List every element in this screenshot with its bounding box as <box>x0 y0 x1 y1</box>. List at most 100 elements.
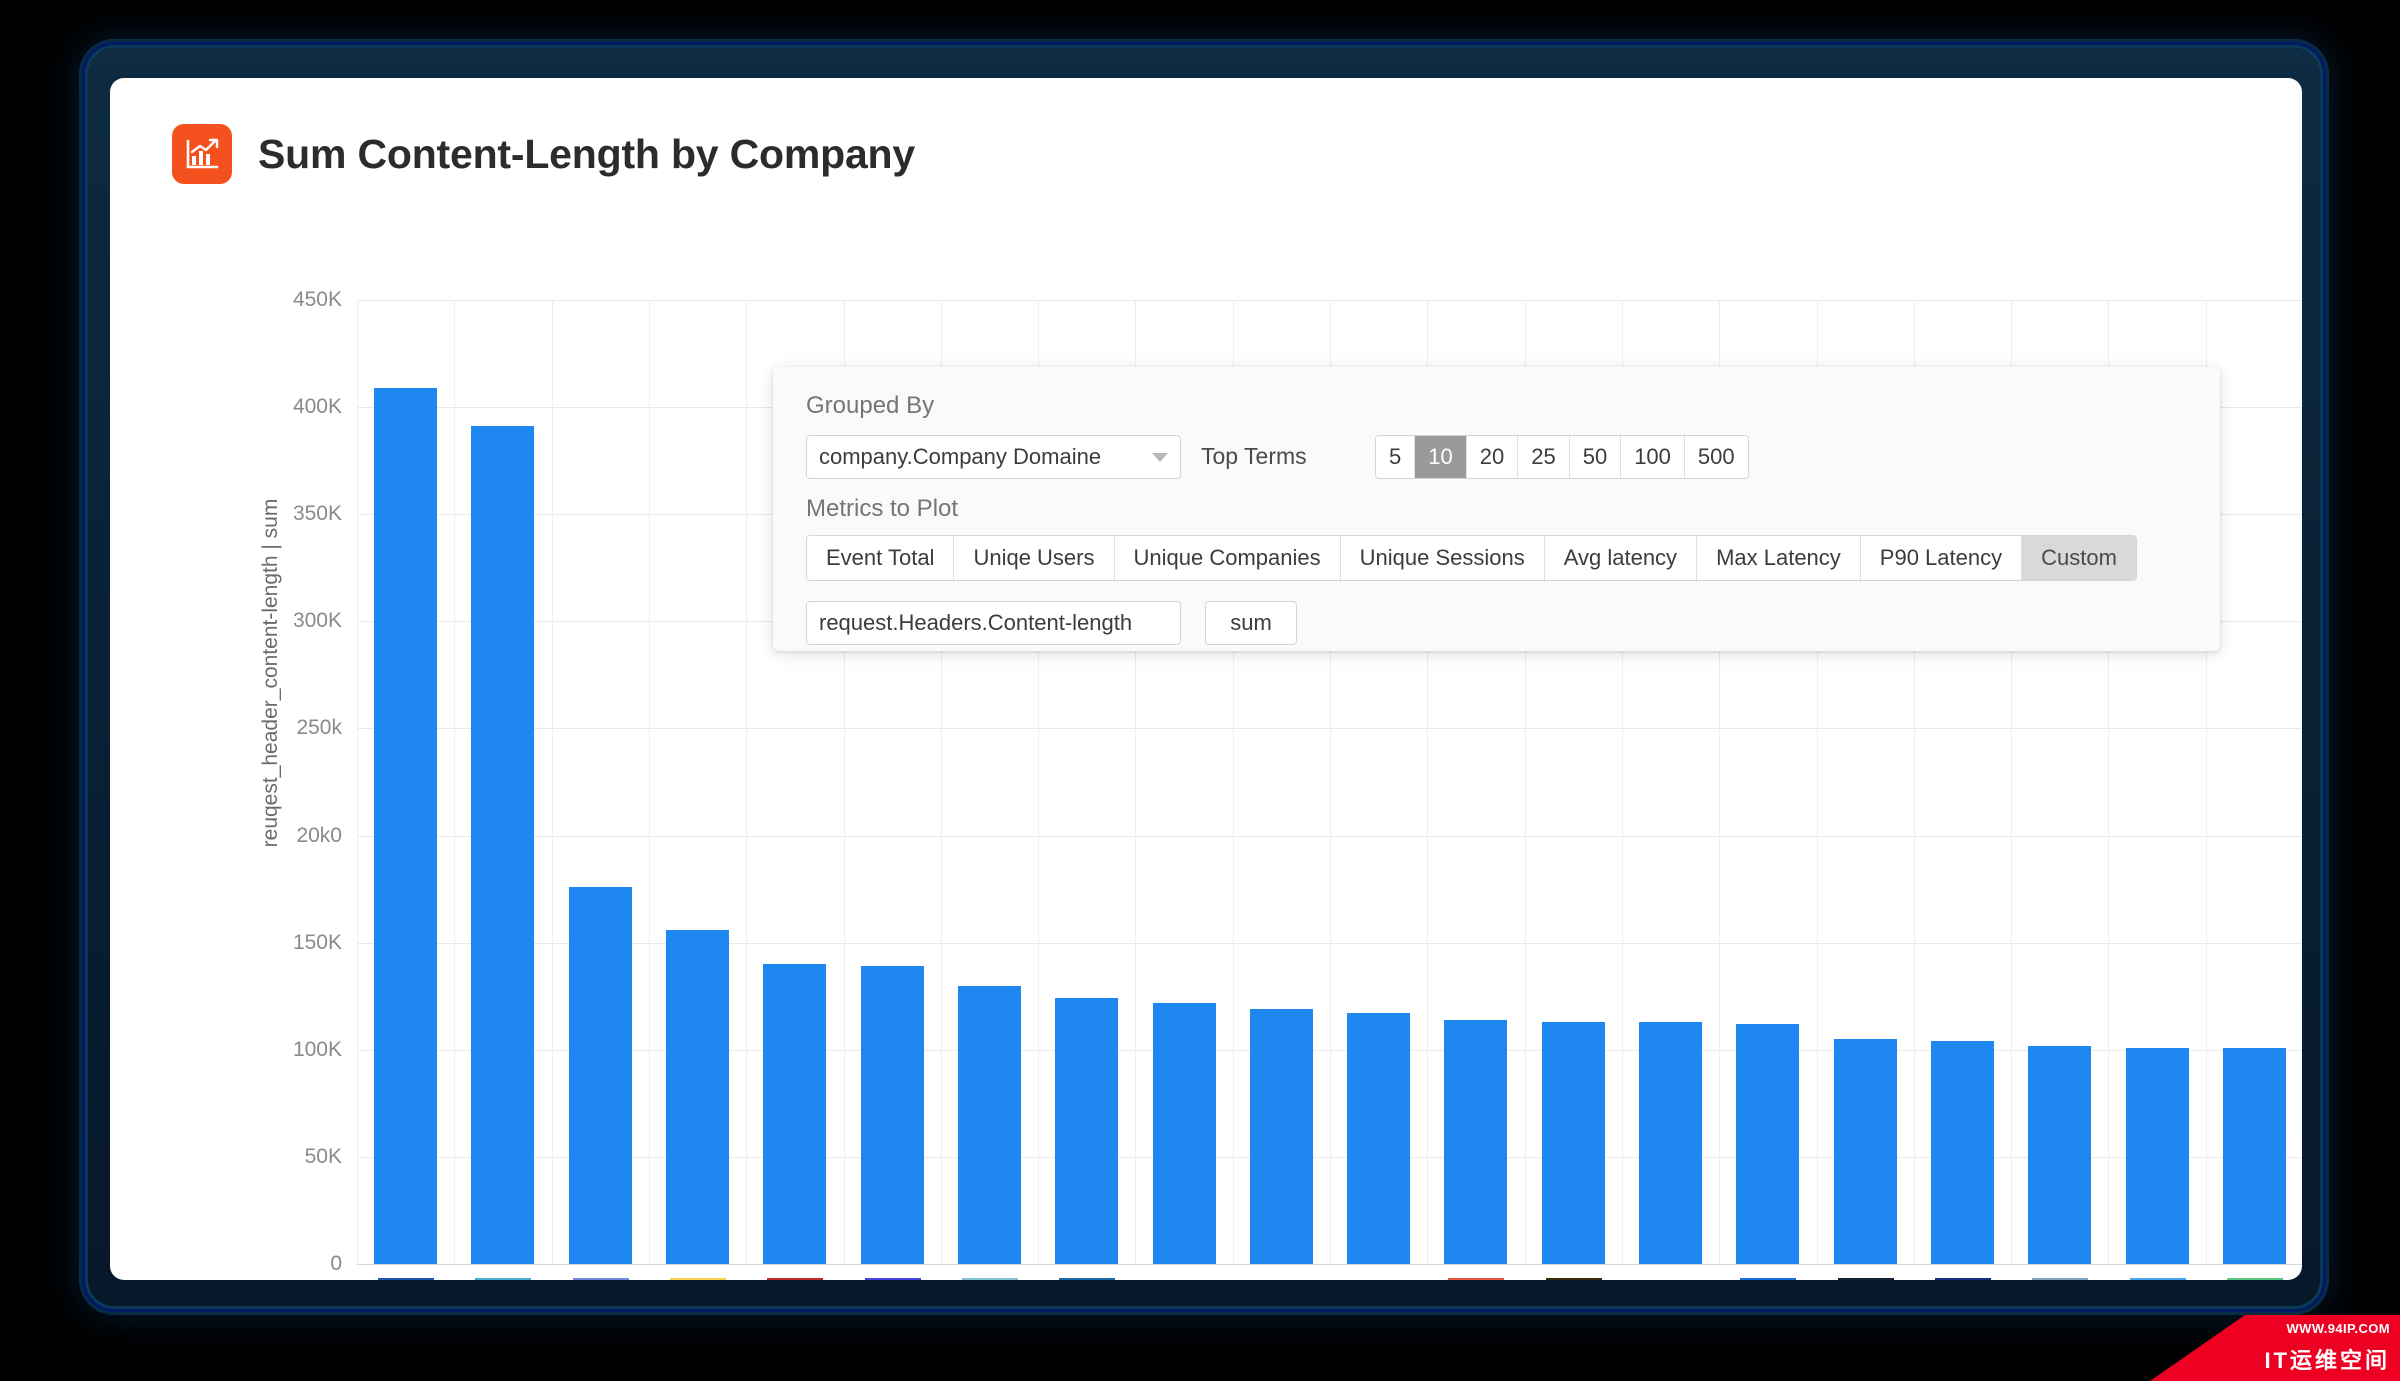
x-axis-category-18[interactable] <box>2028 1278 2091 1280</box>
bing-logo: b <box>474 1278 531 1280</box>
bar[interactable] <box>471 426 534 1264</box>
x-axis-category-10[interactable] <box>1250 1278 1313 1280</box>
box-logo: box <box>377 1278 434 1280</box>
option-100[interactable]: 100 <box>1621 436 1685 478</box>
dropbox-logo <box>1934 1278 1991 1280</box>
surveymonkey-logo <box>1447 1278 1504 1280</box>
bar[interactable] <box>1250 1009 1313 1264</box>
option-5[interactable]: 5 <box>1376 436 1416 478</box>
bar[interactable] <box>861 966 924 1264</box>
xing-logo <box>1837 1278 1894 1280</box>
y-axis-ticks: 0 50K 100K 150K 20k0 250k 300K 350K 400K 450K <box>170 78 356 1280</box>
x-axis-category-6[interactable]: W <box>861 1278 924 1280</box>
bar[interactable] <box>2028 1045 2091 1264</box>
top-terms-button-group[interactable]: 5 10 20 25 50 100 500 <box>1375 435 1749 479</box>
option-avg-latency[interactable]: Avg latency <box>1544 536 1698 580</box>
y-tick-label: 400K <box>292 395 342 419</box>
top-terms-label: Top Terms <box>1201 443 1307 469</box>
chart-card: Sum Content-Length by Company reuqest_he… <box>110 78 2302 1280</box>
intuit-logo: intuit <box>1058 1278 1115 1280</box>
x-axis-category-14[interactable] <box>1639 1278 1702 1280</box>
watermark-url: WWW.94IP.COM <box>2286 1321 2390 1336</box>
x-axis-category-13[interactable]: ups <box>1542 1278 1605 1280</box>
bar[interactable] <box>374 387 437 1264</box>
y-tick-label: 450K <box>292 288 342 311</box>
twitter-logo <box>2129 1278 2186 1280</box>
x-axis-category-16[interactable] <box>1834 1278 1897 1280</box>
bar[interactable] <box>1542 1021 1605 1264</box>
option-event-total[interactable]: Event Total <box>807 536 955 580</box>
bar[interactable] <box>1055 998 1118 1264</box>
x-axis-category-9[interactable] <box>1153 1278 1216 1280</box>
y-tick-label: 250k <box>296 716 342 740</box>
y-tick-label: 350K <box>292 502 342 526</box>
metrics-button-group[interactable]: Event Total Uniqe Users Unique Companies Un… <box>806 535 2137 581</box>
y-tick-label: 0 <box>330 1252 342 1275</box>
x-axis-category-5[interactable] <box>763 1278 826 1280</box>
y-tick-label: 150K <box>292 930 342 954</box>
bar[interactable] <box>763 964 826 1264</box>
option-20[interactable]: 20 <box>1466 436 1519 478</box>
bar[interactable] <box>1444 1019 1507 1264</box>
custom-metric-input[interactable]: request.Headers.Content-length <box>806 601 1181 645</box>
pocket-logo <box>2031 1278 2088 1280</box>
bar[interactable] <box>2126 1047 2189 1264</box>
x-axis-category-7[interactable]: t <box>958 1278 1021 1280</box>
x-axis-baseline <box>357 1264 2302 1265</box>
bar[interactable] <box>1153 1002 1216 1264</box>
bar[interactable] <box>958 985 1021 1264</box>
chevron-down-icon <box>1152 452 1168 462</box>
x-axis-category-19[interactable] <box>2126 1278 2189 1280</box>
bar[interactable] <box>1736 1024 1799 1264</box>
option-unique-companies[interactable]: Unique Companies <box>1114 536 1341 580</box>
kickstarter-logo <box>2226 1278 2283 1280</box>
bar[interactable] <box>1834 1039 1897 1264</box>
x-axis-category-20[interactable] <box>2223 1278 2286 1280</box>
x-axis-category-12[interactable] <box>1444 1278 1507 1280</box>
tumblr-logo: t <box>961 1278 1018 1280</box>
npm-logo <box>1253 1278 1310 1280</box>
discord-logo <box>572 1278 629 1280</box>
group-field-select[interactable]: company.Company Domaine <box>806 435 1181 479</box>
bar[interactable] <box>1347 1013 1410 1264</box>
screenshot-root: Sum Content-Length by Company reuqest_he… <box>0 0 2400 1381</box>
x-axis-category-1[interactable]: box <box>374 1278 437 1280</box>
option-unique-sessions[interactable]: Unique Sessions <box>1340 536 1545 580</box>
x-axis-category-11[interactable]: salesforce <box>1347 1278 1410 1280</box>
x-axis-category-2[interactable]: b <box>471 1278 534 1280</box>
bar[interactable] <box>666 929 729 1264</box>
aggregation-input[interactable]: sum <box>1205 601 1297 645</box>
y-tick-label: 300K <box>292 609 342 633</box>
group-field-value: company.Company Domaine <box>819 444 1102 469</box>
option-500[interactable]: 500 <box>1684 436 1748 478</box>
option-25[interactable]: 25 <box>1518 436 1570 478</box>
x-axis-category-4[interactable]: DHL <box>666 1278 729 1280</box>
chart-plot-area: reuqest_header_content-length | sum 0 50K… <box>110 78 2302 1280</box>
bar[interactable] <box>2223 1047 2286 1264</box>
x-axis-category-8[interactable]: intuit <box>1055 1278 1118 1280</box>
option-50[interactable]: 50 <box>1569 436 1622 478</box>
query-settings-popup: Grouped By company.Company Domaine Top T… <box>773 367 2220 651</box>
option-max-latency[interactable]: Max Latency <box>1697 536 1861 580</box>
bar[interactable] <box>1931 1041 1994 1264</box>
y-tick-label: 20k0 <box>296 823 342 847</box>
bar[interactable] <box>569 886 632 1264</box>
option-p90-latency[interactable]: P90 Latency <box>1860 536 2023 580</box>
walmart-logo <box>1156 1278 1213 1280</box>
option-uniqe-users[interactable]: Uniqe Users <box>954 536 1115 580</box>
site-watermark: WWW.94IP.COM IT运维空间 <box>2150 1315 2400 1381</box>
x-axis-category-15[interactable] <box>1736 1278 1799 1280</box>
zapier-logo <box>1642 1278 1699 1280</box>
bitbucket-logo <box>1739 1278 1796 1280</box>
y-tick-label: 50K <box>304 1144 342 1168</box>
bar[interactable] <box>1639 1021 1702 1264</box>
x-axis-category-3[interactable] <box>569 1278 632 1280</box>
option-10[interactable]: 10 <box>1415 436 1467 478</box>
wayfair-logo: W <box>864 1278 921 1280</box>
salesforce-logo: salesforce <box>1350 1278 1407 1280</box>
option-custom[interactable]: Custom <box>2022 536 2136 580</box>
y-tick-label: 100K <box>292 1037 342 1061</box>
x-axis-category-17[interactable] <box>1931 1278 1994 1280</box>
custom-metric-value: request.Headers.Content-length <box>819 610 1133 635</box>
watermark-text: IT运维空间 <box>2264 1348 2390 1373</box>
